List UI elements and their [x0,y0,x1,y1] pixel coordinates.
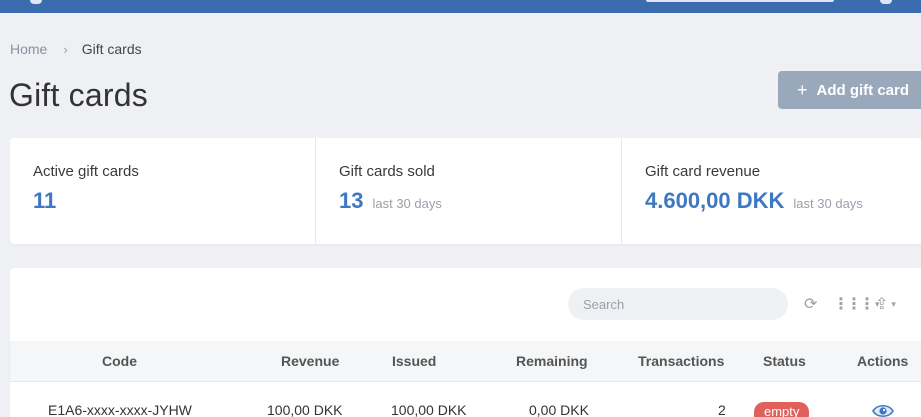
breadcrumb-current: Gift cards [81,41,142,57]
stat-period-note: last 30 days [793,196,863,211]
chevron-down-icon: ▾ [891,298,896,309]
column-header-actions: Actions [857,353,909,369]
logo-icon[interactable] [30,0,42,4]
cell-issued: 100,00 DKK [391,402,467,417]
cell-code: E1A6-xxxx-xxxx-JYHW [48,402,192,417]
breadcrumb: Home › Gift cards [10,41,142,57]
columns-icon: ⋮⋮⋮ [833,296,875,313]
top-navigation-bar [0,0,921,13]
export-icon: ⇪ [875,296,889,313]
stat-label: Gift cards sold [339,163,435,180]
export-button[interactable]: ⇪ ▾ [875,294,896,314]
view-icon[interactable] [872,404,894,417]
stat-value: 11 [33,188,57,213]
cell-revenue: 100,00 DKK [267,402,343,417]
breadcrumb-home-link[interactable]: Home [10,41,47,57]
add-gift-card-button[interactable]: + Add gift card [778,71,921,109]
column-header-status[interactable]: Status [763,353,806,369]
page-title: Gift cards [9,77,148,113]
refresh-icon[interactable]: ⟳ [804,294,817,314]
user-avatar[interactable] [880,0,892,4]
global-search-input[interactable] [646,0,834,2]
plus-icon: + [797,80,808,100]
stat-gift-cards-sold: Gift cards sold 13 last 30 days [316,138,622,244]
stat-active-gift-cards: Active gift cards 11 [10,138,316,244]
status-badge: empty [754,402,810,417]
column-header-revenue[interactable]: Revenue [281,353,339,369]
gift-cards-table-panel: ⟳ ⋮⋮⋮ ▾ ⇪ ▾ Code Revenue Issued Remainin… [10,268,921,417]
stat-value: 13 [339,188,364,213]
stat-label: Gift card revenue [645,163,761,180]
column-header-code[interactable]: Code [102,353,137,369]
stat-period-note: last 30 days [372,196,442,211]
stat-value: 4.600,00 DKK [645,188,785,213]
add-gift-card-label: Add gift card [816,81,910,99]
stats-panel: Active gift cards 11 Gift cards sold 13 … [10,138,921,244]
column-header-remaining[interactable]: Remaining [516,353,588,369]
columns-toggle-button[interactable]: ⋮⋮⋮ ▾ [833,294,879,314]
table-header: Code Revenue Issued Remaining Transactio… [10,341,921,381]
stat-gift-card-revenue: Gift card revenue 4.600,00 DKK last 30 d… [622,138,921,244]
cell-transactions: 2 [718,402,726,417]
column-header-issued[interactable]: Issued [392,353,436,369]
cell-remaining: 0,00 DKK [529,402,589,417]
search-input[interactable] [568,288,788,320]
table-row[interactable]: E1A6-xxxx-xxxx-JYHW 100,00 DKK 100,00 DK… [10,381,921,417]
stat-label: Active gift cards [33,163,139,180]
chevron-right-icon: › [63,41,68,57]
column-header-transactions[interactable]: Transactions [638,353,724,369]
